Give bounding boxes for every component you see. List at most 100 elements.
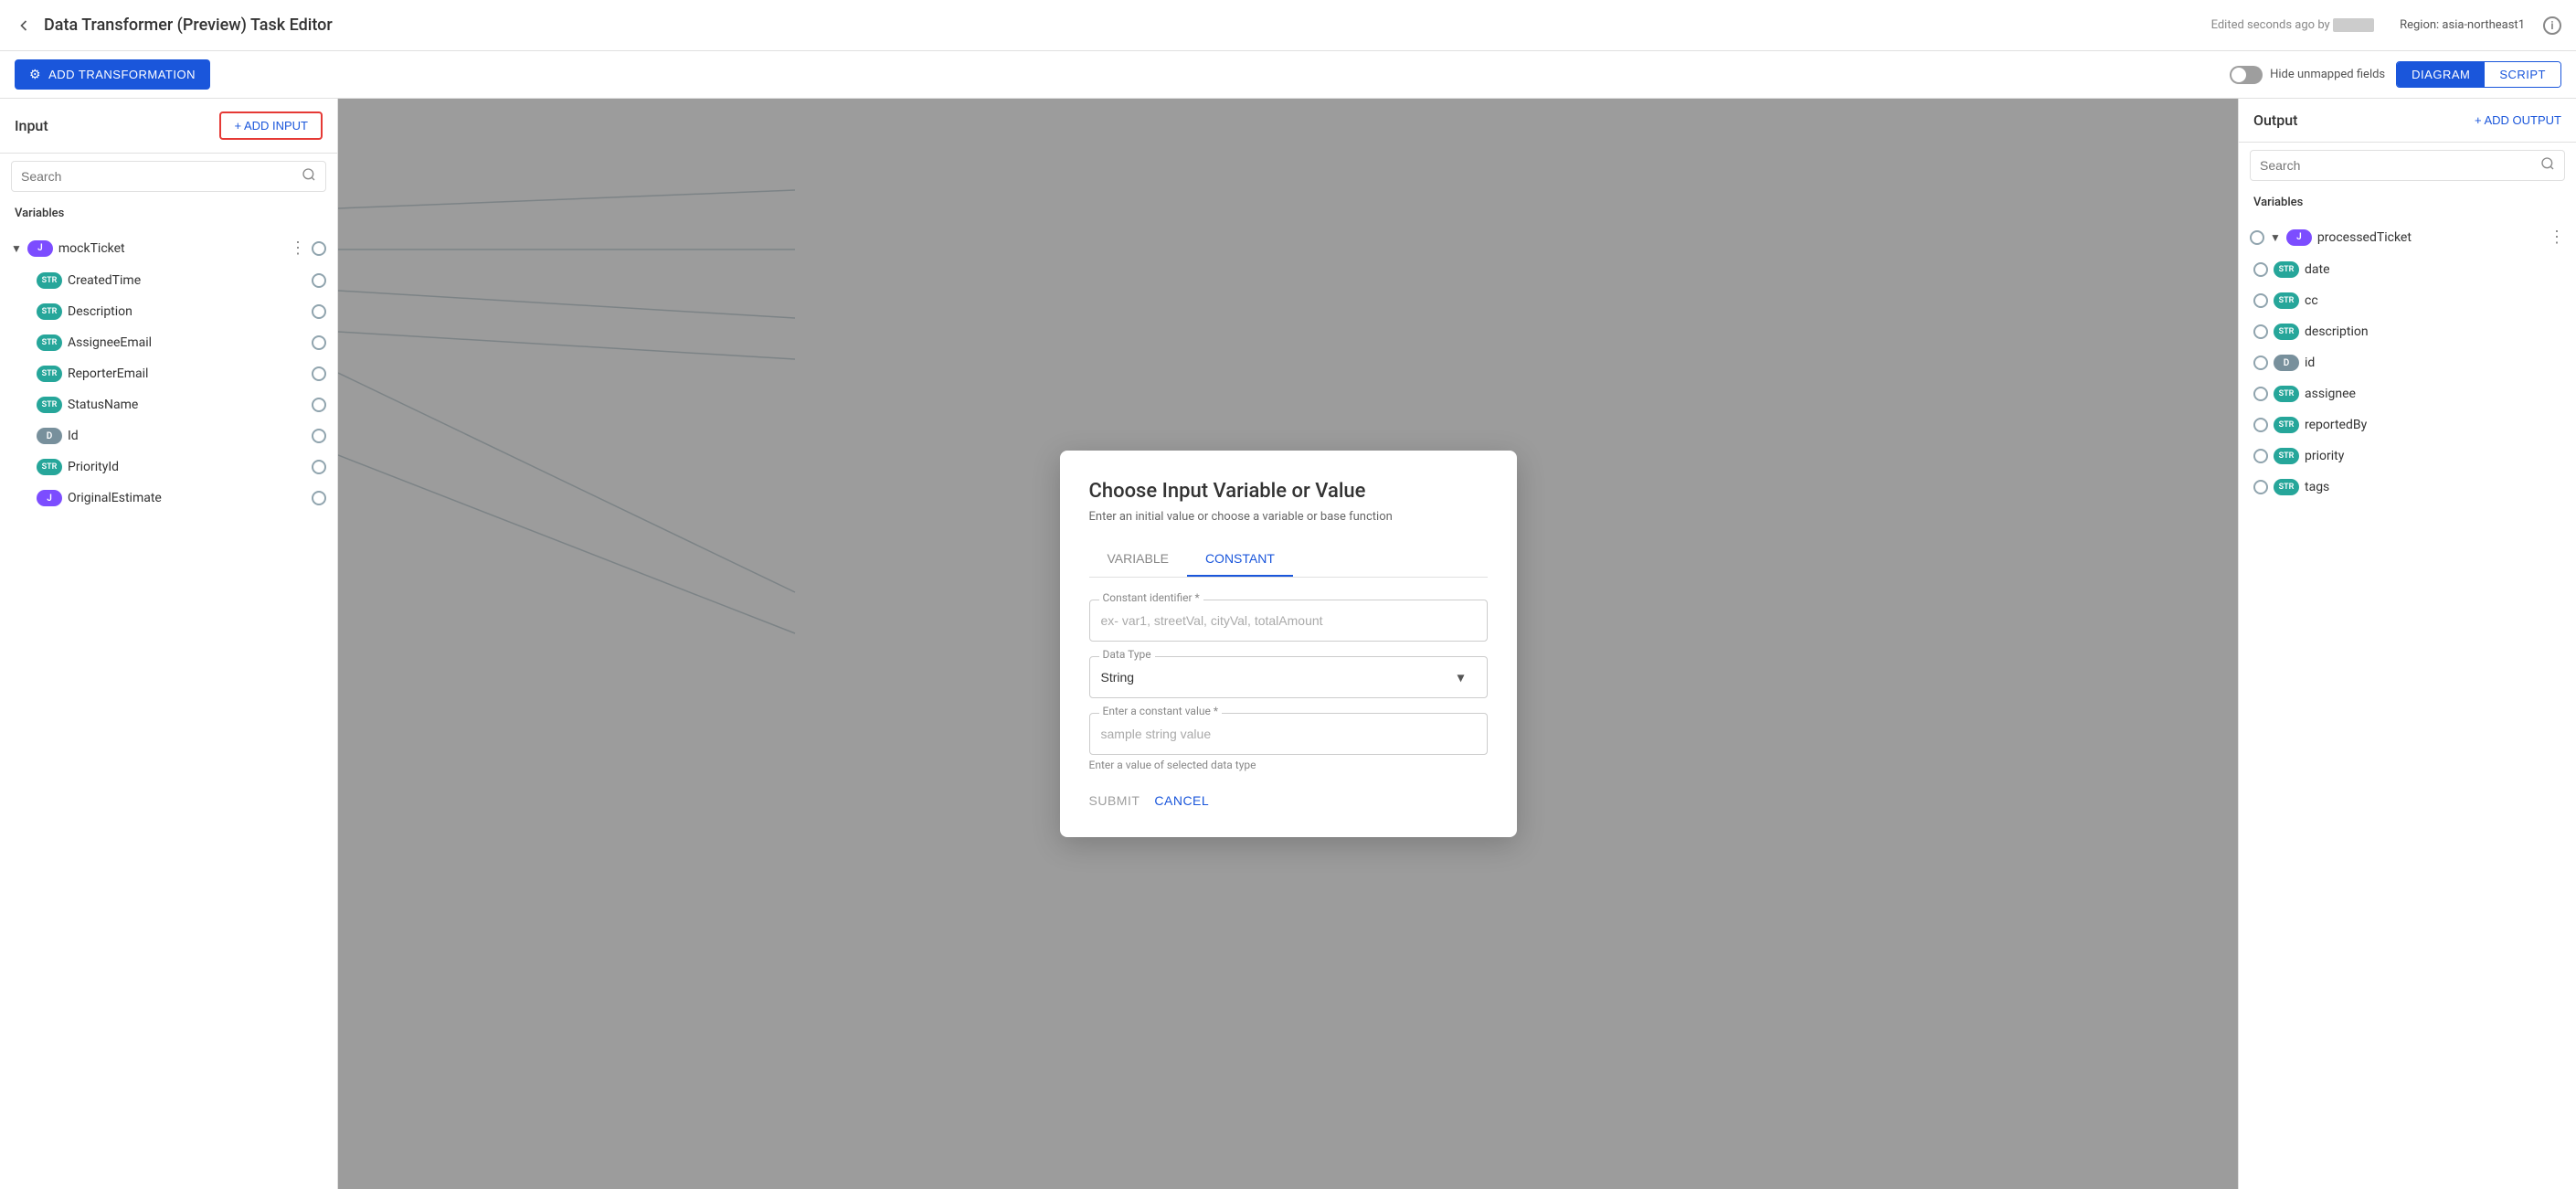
left-parent-conn-dot[interactable]: [312, 241, 326, 256]
right-child-conn-dot[interactable]: [2253, 262, 2268, 277]
right-search-box: [2250, 150, 2565, 181]
constant-identifier-input[interactable]: [1101, 610, 1476, 632]
tab-constant[interactable]: CONSTANT: [1187, 542, 1293, 577]
data-type-select[interactable]: String Number Boolean: [1101, 666, 1476, 688]
child-badge: D: [37, 428, 62, 444]
add-input-button[interactable]: + ADD INPUT: [219, 111, 323, 140]
back-button[interactable]: [15, 16, 33, 35]
list-item: STR ReporterEmail: [0, 358, 337, 389]
gear-icon: ⚙: [29, 67, 41, 82]
child-var-name: StatusName: [68, 398, 306, 412]
right-child-conn-dot[interactable]: [2253, 449, 2268, 463]
left-variables-group: ▼ J mockTicket ⋮ STR CreatedTime STR Des…: [0, 228, 337, 517]
toggle-switch[interactable]: [2230, 66, 2263, 84]
child-badge: STR: [37, 334, 62, 351]
input-panel-title: Input: [15, 117, 48, 134]
left-panel: Input + ADD INPUT Variables ▼ J mockTick…: [0, 99, 338, 1189]
left-child-conn-dot[interactable]: [312, 273, 326, 288]
child-badge: STR: [37, 459, 62, 475]
list-item: J OriginalEstimate: [0, 483, 337, 514]
left-panel-header: Input + ADD INPUT: [0, 99, 337, 154]
child-var-name: assignee: [2305, 387, 2565, 401]
left-search-input[interactable]: [21, 169, 294, 184]
left-parent-var[interactable]: ▼ J mockTicket ⋮: [0, 231, 337, 265]
modal-actions: SUBMIT CANCEL: [1089, 793, 1488, 808]
left-children: STR CreatedTime STR Description STR Assi…: [0, 265, 337, 514]
left-search-box: [11, 161, 326, 192]
list-item: STR reportedBy: [2239, 409, 2576, 441]
child-badge: D: [2274, 355, 2299, 371]
right-search-input[interactable]: [2260, 158, 2533, 173]
right-child-conn-dot[interactable]: [2253, 418, 2268, 432]
tab-script[interactable]: SCRIPT: [2485, 62, 2560, 87]
child-badge: STR: [37, 397, 62, 413]
modal-title: Choose Input Variable or Value: [1089, 480, 1488, 503]
right-search-icon: [2540, 156, 2555, 175]
list-item: STR priority: [2239, 441, 2576, 472]
right-child-conn-dot[interactable]: [2253, 324, 2268, 339]
region-label: Region: asia-northeast1: [2400, 18, 2525, 32]
left-child-conn-dot[interactable]: [312, 304, 326, 319]
child-var-name: PriorityId: [68, 460, 306, 474]
main-content: Input + ADD INPUT Variables ▼ J mockTick…: [0, 99, 2576, 1189]
data-type-select-wrap: String Number Boolean ▾: [1101, 666, 1476, 688]
child-var-name: description: [2305, 324, 2565, 339]
view-tabs: DIAGRAM SCRIPT: [2396, 61, 2561, 88]
right-child-conn-dot[interactable]: [2253, 387, 2268, 401]
constant-value-label: Enter a constant value *: [1099, 705, 1223, 717]
right-child-conn-dot[interactable]: [2253, 480, 2268, 494]
child-var-name: cc: [2305, 293, 2565, 308]
list-item: STR cc: [2239, 285, 2576, 316]
constant-identifier-label: Constant identifier *: [1099, 591, 1203, 604]
info-icon[interactable]: i: [2543, 16, 2561, 35]
left-child-conn-dot[interactable]: [312, 398, 326, 412]
child-var-name: tags: [2305, 480, 2565, 494]
canvas: Choose Input Variable or Value Enter an …: [338, 99, 2238, 1189]
left-child-conn-dot[interactable]: [312, 366, 326, 381]
right-children: STR date STR cc STR description D id STR…: [2239, 254, 2576, 503]
right-panel-header: Output + ADD OUTPUT: [2239, 99, 2576, 143]
parent-dot-menu[interactable]: ⋮: [290, 239, 306, 258]
cancel-button[interactable]: CANCEL: [1154, 793, 1209, 808]
expand-icon: ▼: [11, 242, 22, 255]
right-parent-conn-dot[interactable]: [2250, 230, 2264, 245]
submit-button[interactable]: SUBMIT: [1089, 793, 1140, 808]
add-output-button[interactable]: + ADD OUTPUT: [2475, 113, 2561, 127]
right-parent-dot-menu[interactable]: ⋮: [2549, 228, 2565, 247]
tab-variable[interactable]: VARIABLE: [1089, 542, 1187, 577]
toolbar: ⚙ ADD TRANSFORMATION Hide unmapped field…: [0, 51, 2576, 99]
left-child-conn-dot[interactable]: [312, 491, 326, 505]
data-type-fieldset: Data Type String Number Boolean ▾: [1089, 656, 1488, 698]
list-item: STR Description: [0, 296, 337, 327]
list-item: STR assignee: [2239, 378, 2576, 409]
modal-subtitle: Enter an initial value or choose a varia…: [1089, 510, 1488, 524]
right-child-conn-dot[interactable]: [2253, 293, 2268, 308]
list-item: STR date: [2239, 254, 2576, 285]
child-badge: STR: [2274, 448, 2299, 464]
child-badge: STR: [37, 303, 62, 320]
child-var-name: CreatedTime: [68, 273, 306, 288]
modal-tabs: VARIABLE CONSTANT: [1089, 542, 1488, 578]
list-item: STR tags: [2239, 472, 2576, 503]
topbar: Data Transformer (Preview) Task Editor E…: [0, 0, 2576, 51]
right-parent-badge: J: [2286, 229, 2312, 246]
constant-value-fieldset: Enter a constant value *: [1089, 713, 1488, 755]
left-variables-label: Variables: [0, 199, 337, 228]
left-child-conn-dot[interactable]: [312, 335, 326, 350]
right-child-conn-dot[interactable]: [2253, 356, 2268, 370]
right-expand-icon: ▼: [2270, 231, 2281, 244]
list-item: STR CreatedTime: [0, 265, 337, 296]
left-child-conn-dot[interactable]: [312, 460, 326, 474]
child-var-name: id: [2305, 356, 2565, 370]
tab-diagram[interactable]: DIAGRAM: [2397, 62, 2485, 87]
right-parent-var[interactable]: ▼ J processedTicket ⋮: [2239, 220, 2576, 254]
list-item: D Id: [0, 420, 337, 451]
hide-unmapped-toggle[interactable]: Hide unmapped fields: [2230, 66, 2385, 84]
edit-meta: Edited seconds ago by: [2211, 18, 2375, 32]
child-badge: STR: [2274, 324, 2299, 340]
add-transformation-button[interactable]: ⚙ ADD TRANSFORMATION: [15, 59, 210, 90]
constant-value-input[interactable]: [1101, 723, 1476, 745]
hide-unmapped-label: Hide unmapped fields: [2270, 68, 2385, 81]
child-badge: STR: [37, 272, 62, 289]
left-child-conn-dot[interactable]: [312, 429, 326, 443]
